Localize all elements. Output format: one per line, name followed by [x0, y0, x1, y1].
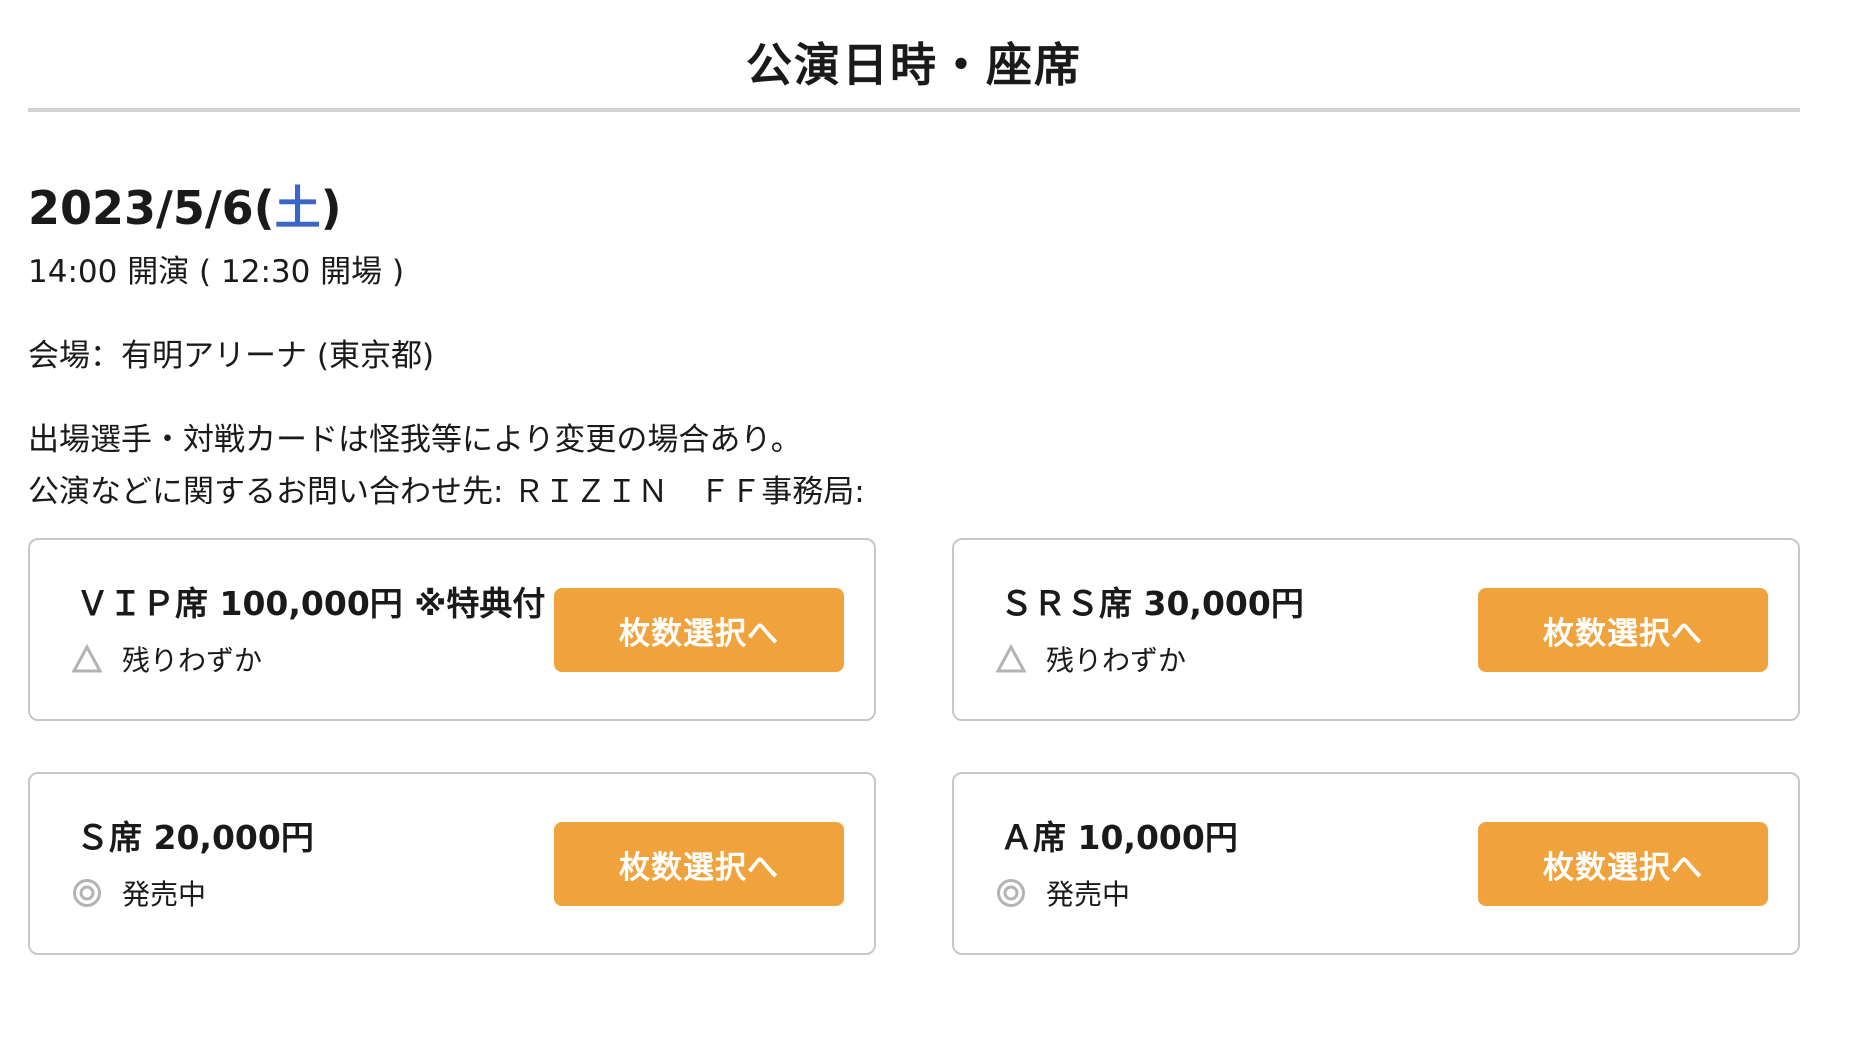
seat-status-text: 発売中 — [1046, 878, 1131, 911]
date-close: ) — [320, 181, 342, 235]
venue-text: 会場：有明アリーナ (東京都) — [28, 338, 435, 374]
performance-time: 14:00 開演 ( 12:30 開場 ) — [28, 254, 405, 290]
seat-status-text: 残りわずか — [1046, 644, 1187, 677]
select-quantity-button[interactable]: 枚数選択へ — [554, 588, 844, 672]
triangle-icon — [72, 644, 102, 674]
seat-status: 発売中 — [996, 870, 1130, 916]
title-divider — [28, 108, 1800, 112]
seat-card-a: Ａ席 10,000円 発売中 枚数選択へ — [952, 772, 1800, 955]
triangle-icon — [996, 644, 1026, 674]
seat-status-text: 残りわずか — [122, 644, 263, 677]
section-title: 公演日時・座席 — [746, 38, 1082, 92]
select-quantity-button[interactable]: 枚数選択へ — [1478, 588, 1768, 672]
seat-name: ＳＲＳ席 30,000円 — [1000, 584, 1304, 623]
seat-card-s: Ｓ席 20,000円 発売中 枚数選択へ — [28, 772, 876, 955]
select-quantity-button[interactable]: 枚数選択へ — [554, 822, 844, 906]
seat-status-text: 発売中 — [122, 878, 207, 911]
seat-card-vip: ＶＩＰ席 100,000円 ※特典付 残りわずか 枚数選択へ — [28, 538, 876, 721]
double-circle-icon — [72, 878, 102, 908]
double-circle-icon — [996, 878, 1026, 908]
date-text: 2023/5/6( — [28, 181, 275, 235]
select-quantity-button[interactable]: 枚数選択へ — [1478, 822, 1768, 906]
performance-date: 2023/5/6(土) — [28, 178, 342, 238]
notice-text: 出場選手・対戦カードは怪我等により変更の場合あり。 — [28, 422, 802, 458]
seat-status: 発売中 — [72, 870, 206, 916]
seat-status: 残りわずか — [72, 636, 262, 682]
page: 公演日時・座席 2023/5/6(土) 14:00 開演 ( 12:30 開場 … — [0, 0, 1874, 1062]
seat-card-srs: ＳＲＳ席 30,000円 残りわずか 枚数選択へ — [952, 538, 1800, 721]
seat-name: Ａ席 10,000円 — [1000, 818, 1238, 857]
seat-status: 残りわずか — [996, 636, 1186, 682]
contact-text: 公演などに関するお問い合わせ先: ＲＩＺＩＮ ＦＦ事務局: — [28, 474, 865, 510]
weekday-text: 土 — [274, 181, 321, 235]
seat-name: ＶＩＰ席 100,000円 ※特典付 — [76, 584, 546, 623]
seat-name: Ｓ席 20,000円 — [76, 818, 314, 857]
